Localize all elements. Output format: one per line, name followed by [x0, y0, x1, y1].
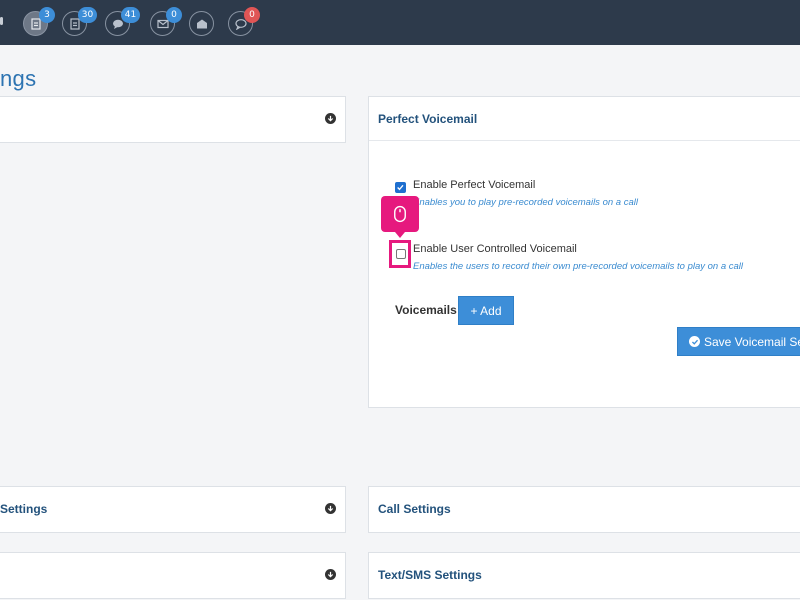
open-mail-icon[interactable] — [189, 11, 214, 36]
expand-icon[interactable] — [325, 503, 336, 514]
option-label: Enable Perfect Voicemail — [413, 179, 536, 191]
panel-header[interactable]: Call Settings — [369, 487, 800, 531]
option-help-text: Enables you to play pre-recorded voicema… — [413, 197, 638, 208]
check-circle-icon — [689, 336, 700, 347]
option-label: Enable User Controlled Voicemail — [413, 243, 577, 255]
panel-title: Call Settings — [378, 502, 451, 516]
panel-header[interactable]: Perfect Voicemail — [369, 97, 800, 141]
panel-header[interactable]: Settings — [0, 487, 345, 531]
expand-icon[interactable] — [325, 113, 336, 124]
page-title: ngs — [0, 66, 37, 91]
panel-title: Text/SMS Settings — [378, 568, 482, 582]
enable-perfect-voicemail-checkbox[interactable] — [395, 182, 406, 193]
document-icon[interactable]: 30 — [62, 7, 97, 36]
voicemails-label: Voicemails — [395, 303, 457, 317]
text-sms-settings-panel: Text/SMS Settings — [368, 552, 800, 599]
left-settings-panel-top — [0, 96, 346, 143]
checkbox-box — [396, 249, 406, 259]
panel-title: Perfect Voicemail — [378, 112, 478, 126]
call-settings-panel: Call Settings — [368, 486, 800, 533]
mouse-icon — [394, 205, 406, 223]
option-help-text: Enables the users to record their own pr… — [413, 261, 744, 272]
badge-count: 3 — [39, 7, 55, 23]
fax-icon[interactable]: 3 — [23, 7, 55, 36]
mail-icon[interactable]: 0 — [150, 7, 182, 36]
enable-user-controlled-voicemail-checkbox[interactable] — [389, 240, 411, 268]
left-settings-panel-2: Settings — [0, 486, 346, 533]
add-voicemail-button[interactable]: + Add — [458, 296, 514, 325]
left-settings-panel-3 — [0, 552, 346, 599]
save-button-label: Save Voicemail Settings — [704, 334, 800, 349]
badge-count: 30 — [78, 7, 97, 23]
chat-icon[interactable]: 41 — [105, 7, 140, 36]
mouse-click-indicator — [381, 196, 419, 238]
panel-title: Settings — [0, 502, 48, 516]
badge-count: 41 — [121, 7, 140, 23]
top-navigation-bar: 3 30 41 0 0 — [0, 0, 800, 45]
topbar-edge-fragment — [0, 17, 3, 25]
save-voicemail-settings-button[interactable]: Save Voicemail Settings — [677, 327, 800, 356]
badge-count: 0 — [166, 7, 182, 23]
comment-icon[interactable]: 0 — [228, 7, 260, 36]
expand-icon[interactable] — [325, 569, 336, 580]
badge-count: 0 — [244, 7, 260, 23]
panel-header[interactable]: Text/SMS Settings — [369, 553, 800, 597]
